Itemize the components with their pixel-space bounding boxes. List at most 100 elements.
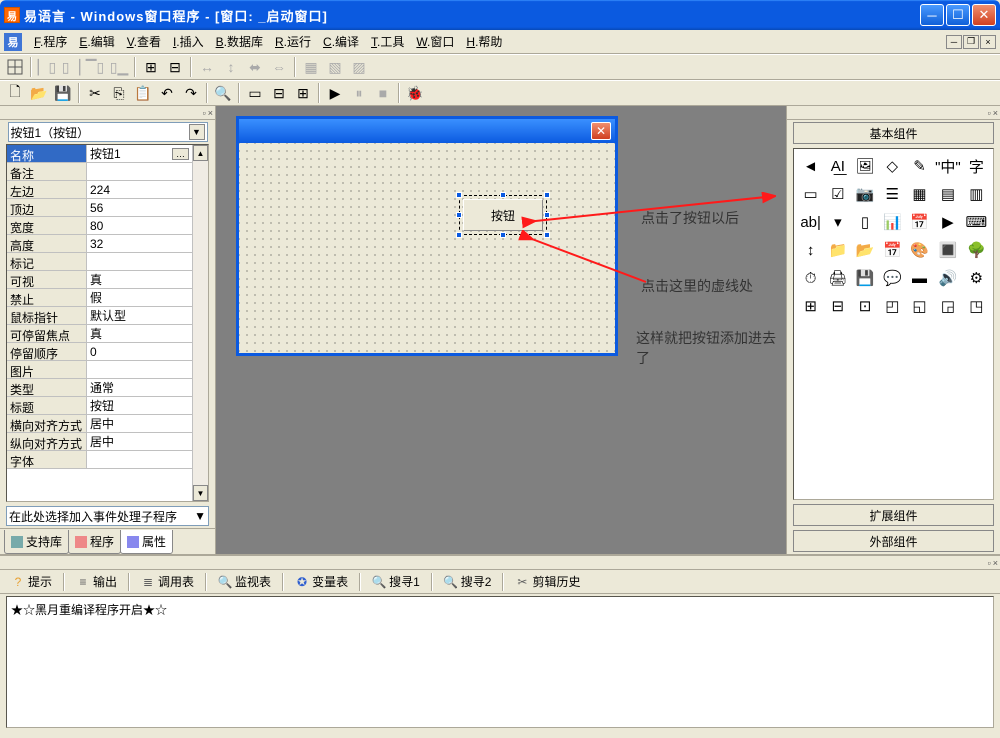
resize-handle[interactable] (544, 212, 550, 218)
timer-icon[interactable]: ⏱ (798, 265, 823, 291)
left-tab-2[interactable]: 属性 (120, 530, 173, 554)
panel-undock-icon[interactable]: ▫ (203, 108, 206, 118)
property-row[interactable]: 横向对齐方式居中 (7, 415, 192, 433)
property-row[interactable]: 图片 (7, 361, 192, 379)
property-scrollbar[interactable]: ▲ ▼ (192, 145, 208, 501)
resize-handle[interactable] (500, 192, 506, 198)
left-tab-0[interactable]: 支持库 (4, 530, 69, 554)
resize-handle[interactable] (500, 232, 506, 238)
property-row[interactable]: 宽度80 (7, 217, 192, 235)
menu-item-t[interactable]: T.工具 (365, 30, 410, 53)
property-value[interactable]: 居中 (87, 433, 192, 450)
center-v-icon[interactable]: ⊟ (164, 56, 186, 78)
property-value[interactable]: 56 (87, 199, 192, 216)
resize-handle[interactable] (544, 232, 550, 238)
design-form-window[interactable]: ✕ 按钮 (236, 116, 618, 356)
output-tab-7[interactable]: ✂剪辑历史 (508, 569, 587, 594)
odbc2-icon[interactable]: ⊟ (825, 293, 850, 319)
open-file-icon[interactable]: 📂 (28, 82, 50, 104)
menu-item-r[interactable]: R.运行 (269, 30, 317, 53)
paste-icon[interactable]: 📋 (132, 82, 154, 104)
window3-icon[interactable]: ⊞ (292, 82, 314, 104)
picture-icon[interactable]: 🖼 (852, 153, 877, 179)
property-value[interactable]: 80 (87, 217, 192, 234)
panel-undock-icon[interactable]: ▫ (988, 558, 991, 568)
calendar-icon[interactable]: 📅 (907, 209, 932, 235)
mdi-restore-button[interactable]: ❐ (963, 35, 979, 49)
basic-components-button[interactable]: 基本组件 (793, 122, 994, 144)
cut-icon[interactable]: ✂ (84, 82, 106, 104)
filebox-icon[interactable]: 📁 (825, 237, 850, 263)
menu-item-h[interactable]: H.帮助 (460, 30, 508, 53)
output-tab-3[interactable]: 🔍监视表 (211, 569, 278, 594)
grid-icon[interactable]: ▦ (907, 181, 932, 207)
event-selector[interactable]: 在此处选择加入事件处理子程序 ▼ (6, 506, 209, 526)
design-form-close-icon[interactable]: ✕ (591, 122, 611, 140)
property-row[interactable]: 纵向对齐方式居中 (7, 433, 192, 451)
property-row[interactable]: 顶边56 (7, 199, 192, 217)
output-tab-1[interactable]: ≡输出 (69, 569, 124, 594)
menu-item-v[interactable]: V.查看 (121, 30, 167, 53)
property-value[interactable]: 通常 (87, 379, 192, 396)
window1-icon[interactable]: ▭ (244, 82, 266, 104)
property-row[interactable]: 可停留焦点真 (7, 325, 192, 343)
property-value[interactable]: 居中 (87, 415, 192, 432)
button-icon[interactable]: ▭ (798, 181, 823, 207)
scrollbar-icon[interactable]: ↕ (798, 237, 823, 263)
property-row[interactable]: 字体 (7, 451, 192, 469)
menu-item-w[interactable]: W.窗口 (410, 30, 460, 53)
property-row[interactable]: 停留顺序0 (7, 343, 192, 361)
gear-icon[interactable]: ⚙ (964, 265, 989, 291)
component-selector[interactable]: 按钮1（按钮） ▼ (8, 122, 208, 142)
char-icon[interactable]: 字 (964, 153, 989, 179)
run-icon[interactable]: ▶ (324, 82, 346, 104)
copy-icon[interactable]: ⎘ (108, 82, 130, 104)
panel-undock-icon[interactable]: ▫ (988, 108, 991, 118)
property-value[interactable]: 真 (87, 325, 192, 342)
left-tab-1[interactable]: 程序 (68, 530, 121, 554)
save-file-icon[interactable]: 💾 (52, 82, 74, 104)
button-face[interactable]: 按钮 (463, 199, 543, 231)
undo-icon[interactable]: ↶ (156, 82, 178, 104)
resize-handle[interactable] (456, 232, 462, 238)
grid-icon[interactable] (4, 56, 26, 78)
dropdown-icon[interactable]: ▼ (189, 124, 205, 140)
external-components-button[interactable]: 外部组件 (793, 530, 994, 552)
new-file-icon[interactable]: 🗋 (4, 82, 26, 104)
property-value[interactable] (87, 163, 192, 180)
property-row[interactable]: 名称按钮1… (7, 145, 192, 163)
dialog-icon[interactable]: 💬 (880, 265, 905, 291)
scroll-down-icon[interactable]: ▼ (193, 485, 208, 501)
iconbox-icon[interactable]: 🔳 (934, 237, 962, 263)
page-icon[interactable]: ▯ (852, 209, 877, 235)
pointer-icon[interactable]: ◄ (798, 153, 823, 179)
resize-handle[interactable] (544, 192, 550, 198)
listbox-icon[interactable]: ☰ (880, 181, 905, 207)
chart-icon[interactable]: 📊 (880, 209, 905, 235)
dropdown-icon[interactable]: ▼ (194, 509, 206, 523)
colorbox-icon[interactable]: 🎨 (907, 237, 932, 263)
combo-icon[interactable]: ▾ (825, 209, 850, 235)
property-value[interactable]: 224 (87, 181, 192, 198)
table-icon[interactable]: ▤ (934, 181, 962, 207)
rowset-icon[interactable]: ▥ (964, 181, 989, 207)
db1-icon[interactable]: ◰ (880, 293, 905, 319)
tree-icon[interactable]: 🌳 (964, 237, 989, 263)
menu-item-c[interactable]: C.编译 (317, 30, 365, 53)
output-text-area[interactable]: ★☆黑月重编译程序开启★☆ (6, 596, 994, 728)
edit-icon[interactable]: ab| (798, 209, 823, 235)
minimize-button[interactable]: ─ (920, 4, 944, 26)
print-icon[interactable]: 🖨 (825, 265, 850, 291)
db2-icon[interactable]: ◱ (907, 293, 932, 319)
datebox-icon[interactable]: 📅 (880, 237, 905, 263)
property-value[interactable]: 默认型 (87, 307, 192, 324)
property-row[interactable]: 左边224 (7, 181, 192, 199)
extended-components-button[interactable]: 扩展组件 (793, 504, 994, 526)
center-h-icon[interactable]: ⊞ (140, 56, 162, 78)
chinese-input-icon[interactable]: "中" (934, 153, 962, 179)
menu-item-f[interactable]: F.程序 (28, 30, 73, 53)
draw-icon[interactable]: ✎ (907, 153, 932, 179)
output-tab-4[interactable]: ✪变量表 (288, 569, 355, 594)
resize-handle[interactable] (456, 212, 462, 218)
dirbox-icon[interactable]: 📂 (852, 237, 877, 263)
